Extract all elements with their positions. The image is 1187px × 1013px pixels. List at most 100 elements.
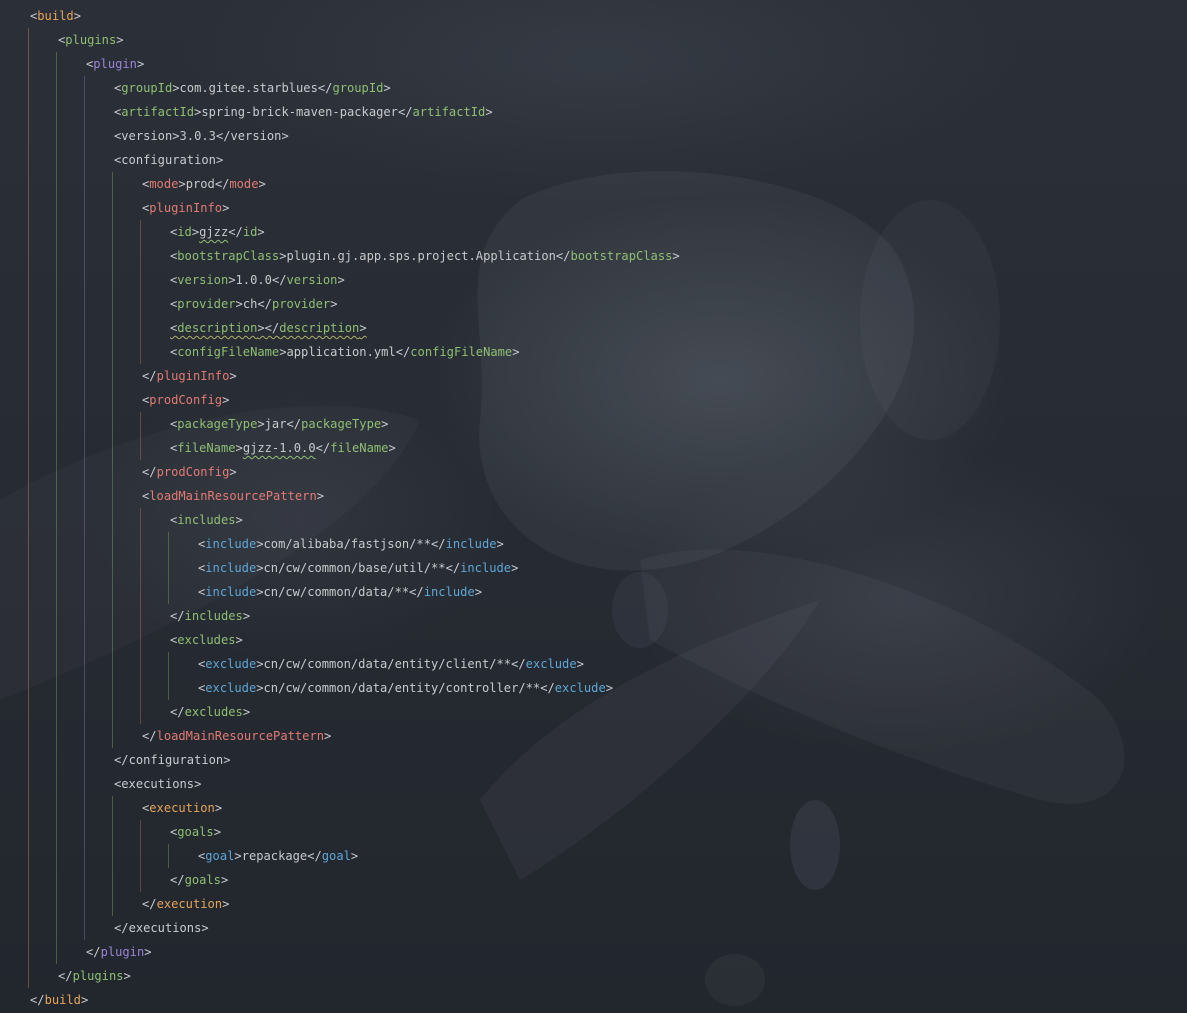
closing-tag-name: packageType	[301, 417, 382, 431]
indent-guide	[28, 868, 29, 892]
indent-guide	[56, 772, 57, 796]
code-line[interactable]: <include>com/alibaba/fastjson/**</includ…	[0, 532, 1187, 556]
indent-guide	[28, 148, 29, 172]
code-line[interactable]: <exclude>cn/cw/common/data/entity/contro…	[0, 676, 1187, 700]
code-line[interactable]: <version>3.0.3</version>	[0, 124, 1187, 148]
tag-value: cn/cw/common/data/**	[263, 585, 410, 599]
tag-value: gjzz-1.0.0	[242, 441, 316, 455]
code-line[interactable]: </configuration>	[0, 748, 1187, 772]
bracket: </	[114, 921, 129, 935]
code-text: <version>1.0.0</version>	[170, 268, 345, 292]
indent-guide	[112, 172, 113, 196]
indent-guide	[168, 844, 169, 868]
bracket: </	[409, 585, 424, 599]
indent-guide	[84, 316, 85, 340]
code-line[interactable]: <execution>	[0, 796, 1187, 820]
code-line[interactable]: </plugin>	[0, 940, 1187, 964]
code-text: </pluginInfo>	[142, 364, 237, 388]
indent-guide	[56, 124, 57, 148]
code-line[interactable]: <build>	[0, 4, 1187, 28]
bracket: </	[142, 369, 157, 383]
code-line[interactable]: <exclude>cn/cw/common/data/entity/client…	[0, 652, 1187, 676]
bracket: >	[576, 657, 584, 671]
indent-guide	[56, 556, 57, 580]
code-line[interactable]: </includes>	[0, 604, 1187, 628]
code-line[interactable]: <goal>repackage</goal>	[0, 844, 1187, 868]
tag-value: ch	[242, 297, 258, 311]
code-text: </executions>	[114, 916, 209, 940]
bracket: </	[555, 249, 571, 263]
closing-tag-name: mode	[229, 177, 259, 191]
code-line[interactable]: <fileName>gjzz-1.0.0</fileName>	[0, 436, 1187, 460]
indent-guide	[112, 364, 113, 388]
code-line[interactable]: <bootstrapClass>plugin.gj.app.sps.projec…	[0, 244, 1187, 268]
bracket: >	[223, 753, 231, 767]
indent-guide	[28, 556, 29, 580]
tag-name: pluginInfo	[149, 201, 223, 215]
code-line[interactable]: <packageType>jar</packageType>	[0, 412, 1187, 436]
bracket: </	[142, 465, 157, 479]
code-line[interactable]: <goals>	[0, 820, 1187, 844]
indent-guide	[56, 700, 57, 724]
bracket: >	[136, 57, 145, 71]
code-line[interactable]: <configFileName>application.yml</configF…	[0, 340, 1187, 364]
code-line[interactable]: <mode>prod</mode>	[0, 172, 1187, 196]
code-line[interactable]: <plugins>	[0, 28, 1187, 52]
bracket: >	[116, 33, 124, 47]
code-line[interactable]: </excludes>	[0, 700, 1187, 724]
code-line[interactable]: <plugin>	[0, 52, 1187, 76]
code-text: </prodConfig>	[142, 460, 237, 484]
code-line[interactable]: <version>1.0.0</version>	[0, 268, 1187, 292]
code-line[interactable]: <id>gjzz</id>	[0, 220, 1187, 244]
code-line[interactable]: </pluginInfo>	[0, 364, 1187, 388]
code-line[interactable]: <loadMainResourcePattern>	[0, 484, 1187, 508]
code-line[interactable]: <include>cn/cw/common/base/util/**</incl…	[0, 556, 1187, 580]
code-line[interactable]: </build>	[0, 988, 1187, 1012]
code-text: <provider>ch</provider>	[170, 292, 337, 316]
indent-guide	[84, 700, 85, 724]
code-line[interactable]: </loadMainResourcePattern>	[0, 724, 1187, 748]
closing-tag-name: include	[460, 561, 512, 575]
code-line[interactable]: <includes>	[0, 508, 1187, 532]
indent-guide	[56, 364, 57, 388]
code-line[interactable]: <description></description>	[0, 316, 1187, 340]
code-line[interactable]: <configuration>	[0, 148, 1187, 172]
code-line[interactable]: <include>cn/cw/common/data/**</include>	[0, 580, 1187, 604]
code-area[interactable]: <build> <plugins> <plugin> <groupId>com.git…	[0, 4, 1187, 1012]
bracket: >	[281, 129, 289, 143]
indent-guide	[56, 412, 57, 436]
indent-guide	[84, 628, 85, 652]
bracket: >	[242, 705, 251, 719]
code-line[interactable]: <pluginInfo>	[0, 196, 1187, 220]
bracket: >	[496, 537, 504, 551]
indent-guide	[140, 556, 141, 580]
code-line[interactable]: <groupId>com.gitee.starblues</groupId>	[0, 76, 1187, 100]
bracket: </	[540, 681, 555, 695]
code-line[interactable]: <artifactId>spring-brick-maven-packager<…	[0, 100, 1187, 124]
bracket: >	[256, 537, 264, 551]
closing-tag-name: build	[44, 993, 81, 1007]
indent-guide	[84, 196, 85, 220]
indent-guide	[112, 532, 113, 556]
bracket: >	[330, 297, 338, 311]
code-line[interactable]: <executions>	[0, 772, 1187, 796]
code-line[interactable]: </prodConfig>	[0, 460, 1187, 484]
indent-guide	[84, 820, 85, 844]
code-editor[interactable]: <build> <plugins> <plugin> <groupId>com.git…	[0, 0, 1187, 1013]
bracket: >	[350, 849, 359, 863]
code-line[interactable]: <provider>ch</provider>	[0, 292, 1187, 316]
code-line[interactable]: <excludes>	[0, 628, 1187, 652]
indent-guide	[28, 460, 29, 484]
bracket: >	[123, 969, 131, 983]
code-text: <configFileName>application.yml</configF…	[170, 340, 520, 364]
code-line[interactable]: </goals>	[0, 868, 1187, 892]
indent-guide	[140, 652, 141, 676]
code-line[interactable]: </execution>	[0, 892, 1187, 916]
indent-guide	[28, 580, 29, 604]
bracket: >	[178, 177, 186, 191]
code-line[interactable]: </plugins>	[0, 964, 1187, 988]
code-line[interactable]: <prodConfig>	[0, 388, 1187, 412]
bracket: >	[256, 585, 264, 599]
code-text: <includes>	[170, 508, 243, 532]
code-line[interactable]: </executions>	[0, 916, 1187, 940]
